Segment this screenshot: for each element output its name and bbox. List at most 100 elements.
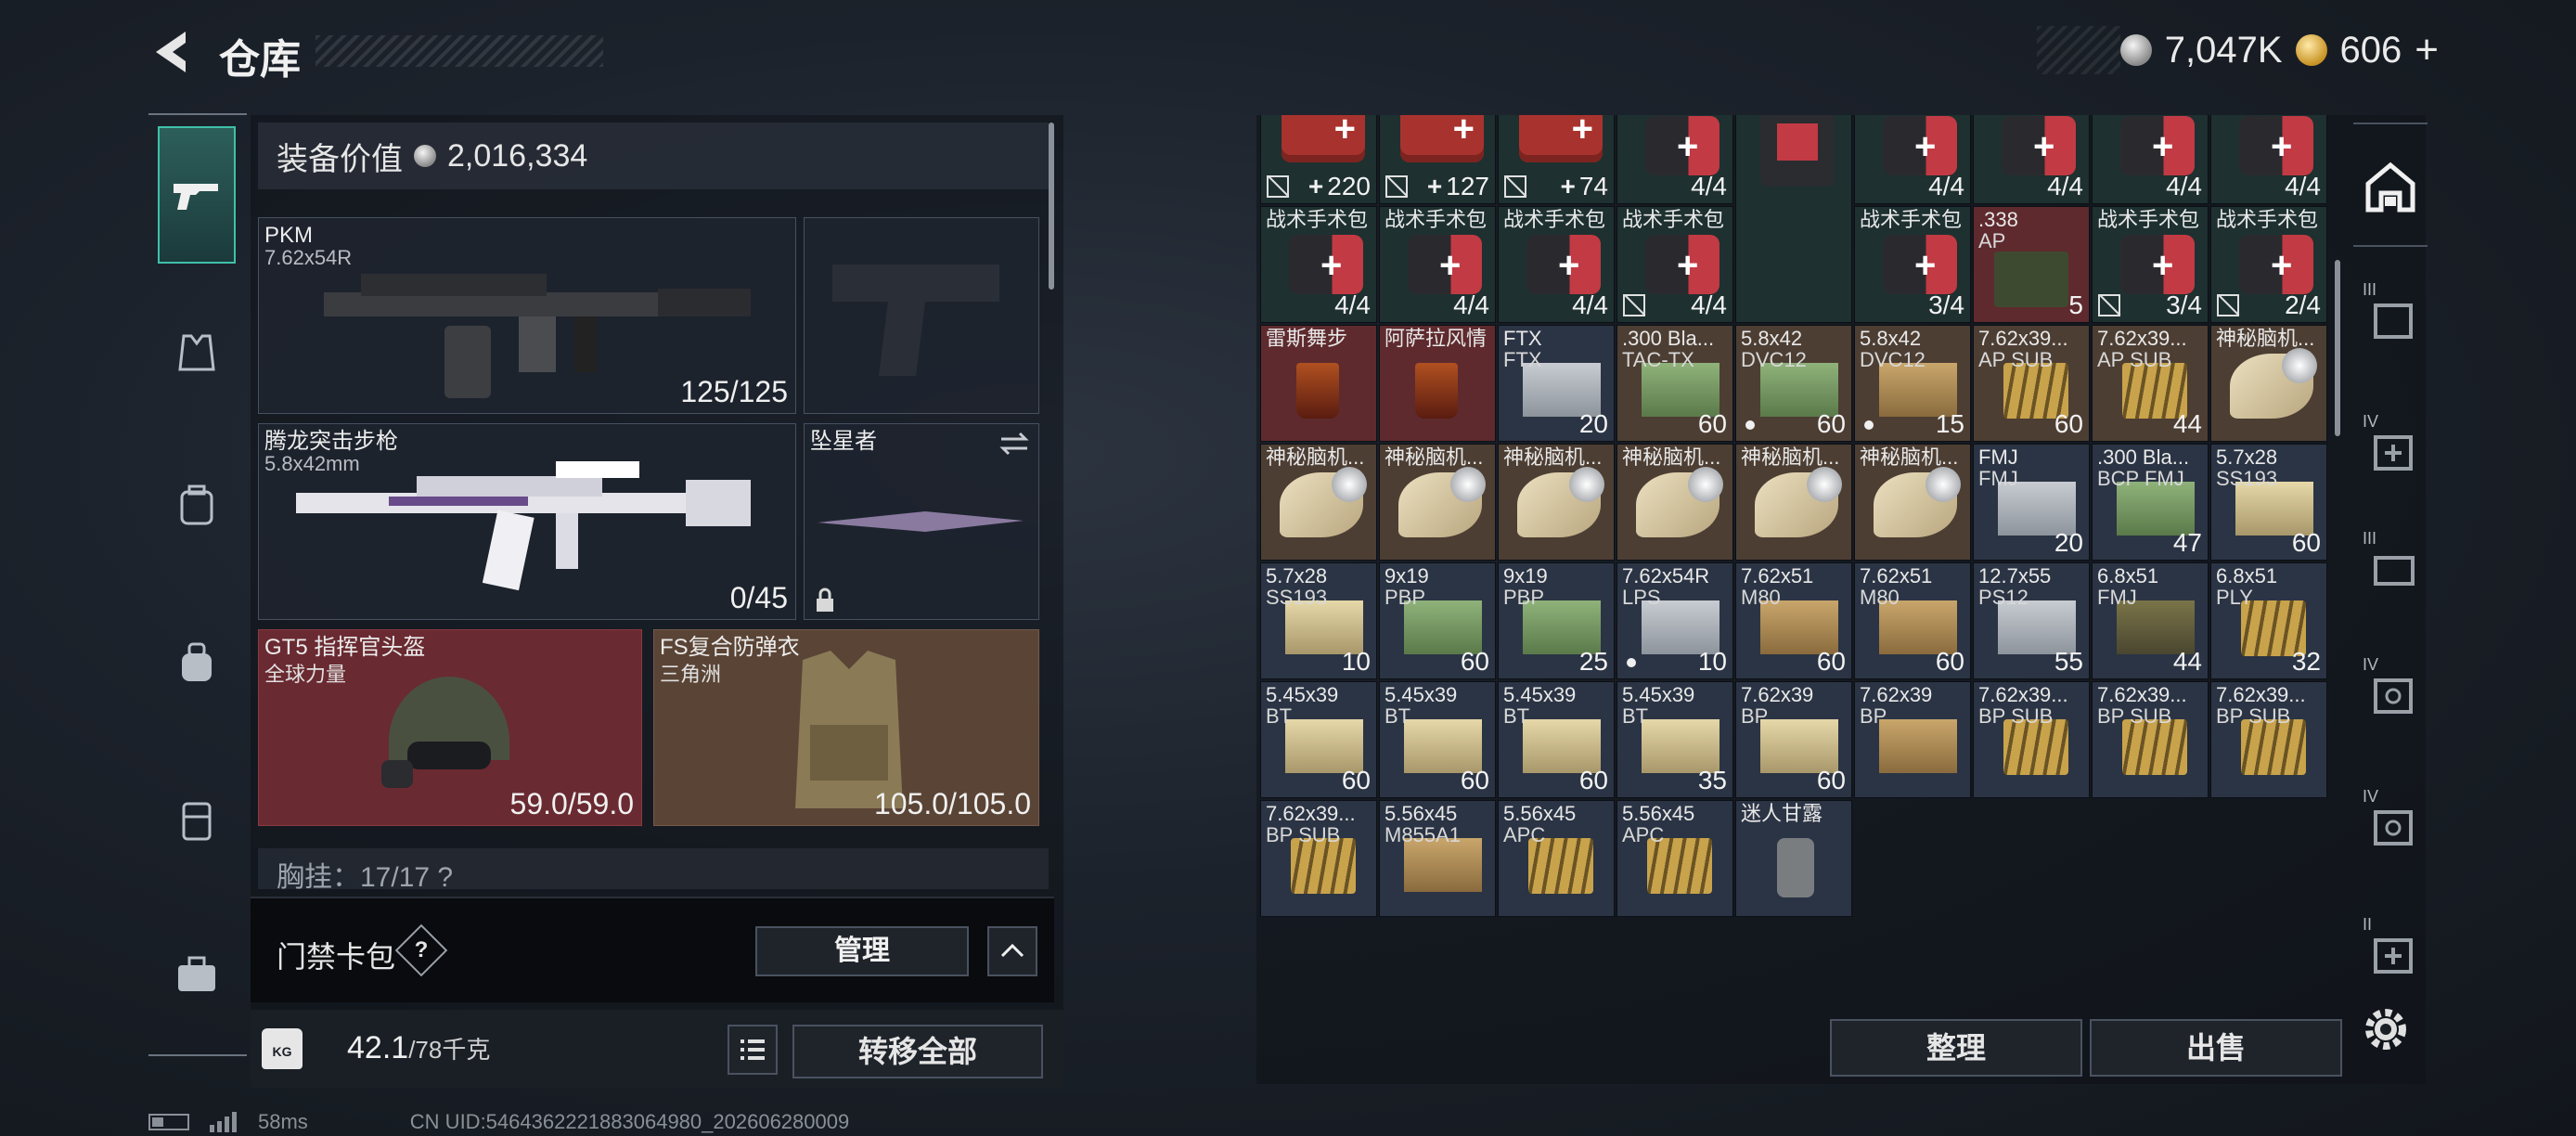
list-view-button[interactable] [728,1025,778,1075]
storage-item[interactable]: 6.8x51 PLY 32 [2210,562,2327,679]
storage-item[interactable]: 5.7x28 SS193 60 [2210,444,2327,561]
storage-scrollbar[interactable] [2335,260,2340,436]
armor-name: FS复合防弹衣 [660,635,800,660]
storage-item[interactable]: .300 Bla... TAC-TX 60 [1616,325,1733,442]
storage-item[interactable]: 7.62x51 M80 60 [1735,562,1852,679]
storage-item[interactable]: 神秘脑机... [2210,325,2327,442]
sidearm-slot[interactable] [804,217,1039,414]
secondary-weapon-slot[interactable]: 腾龙突击步枪 5.8x42mm 0/45 [258,423,796,620]
storage-item[interactable]: 5.8x42 DVC12 15 [1854,325,1971,442]
gold-topup-button[interactable]: + [2415,27,2439,73]
storage-item[interactable]: 战术手术包4/4 [1498,206,1615,323]
storage-item[interactable]: 5.45x39 BT 60 [1260,681,1377,798]
storage-item[interactable]: 战术手术包4/4 [1616,206,1733,323]
storage-item[interactable]: 7.62x51 M80 60 [1854,562,1971,679]
collapse-button[interactable] [987,926,1037,976]
primary-weapon-slot[interactable]: PKM 7.62x54R 125/125 [258,217,796,414]
nav-tab-case[interactable] [158,936,236,1013]
storage-item[interactable]: 战术手术包4/4 [2210,115,2327,204]
nav-tab-armor[interactable] [158,314,236,392]
storage-item[interactable]: 战术手术包4/4 [1854,115,1971,204]
transfer-all-button[interactable]: 转移全部 [792,1025,1043,1078]
storage-item[interactable]: 雷斯舞步 [1260,325,1377,442]
storage-item[interactable]: 5.45x39 BT 60 [1379,681,1496,798]
storage-item[interactable]: FTX FTX 20 [1498,325,1615,442]
storage-item[interactable]: 7.62x39... AP SUB 60 [1973,325,2090,442]
storage-item[interactable]: 9x19 PBP 25 [1498,562,1615,679]
help-icon[interactable]: ? [394,923,448,977]
item-quantity-value: 60 [1341,766,1371,794]
rail-filter-4[interactable]: IV [2363,655,2418,714]
storage-item[interactable]: 野战急救包+220 [1260,115,1377,204]
item-quantity: 60 [1342,766,1371,795]
storage-item[interactable]: 7.62x39 BP [1854,681,1971,798]
storage-item[interactable]: 神秘脑机... [1498,444,1615,561]
sell-button[interactable]: 出售 [2090,1019,2342,1077]
storage-item[interactable]: 5.56x45 APC [1498,800,1615,917]
rail-filter-6[interactable]: II [2363,915,2418,974]
storage-item[interactable]: 战术手术包 3/4 [2092,206,2209,323]
swap-icon[interactable] [998,430,1031,458]
rail-filter-2[interactable]: IV [2363,412,2418,471]
storage-item[interactable]: 战术手术包 [1735,115,1852,323]
storage-item[interactable]: 战术手术包 3/4 [1854,206,1971,323]
storage-item[interactable]: 战术手术包4/4 [1379,206,1496,323]
storage-item[interactable]: 5.8x42 DVC12 60 [1735,325,1852,442]
helmet-slot[interactable]: GT5 指挥官头盔 全球力量 59.0/59.0 [258,629,642,826]
storage-item[interactable]: 7.62x39 BP 60 [1735,681,1852,798]
storage-item[interactable]: 阿萨拉风情 [1379,325,1496,442]
nav-tab-rig[interactable] [158,781,236,859]
storage-item[interactable]: 5.45x39 BT 60 [1498,681,1615,798]
nav-tab-weapons[interactable] [158,126,236,264]
nav-tab-bag[interactable] [158,624,236,702]
storage-item[interactable]: 神秘脑机... [1260,444,1377,561]
storage-item[interactable]: 5.7x28 SS193 10 [1260,562,1377,679]
tier-label: III [2363,529,2377,548]
storage-item[interactable]: 6.8x51 FMJ 44 [2092,562,2209,679]
item-subname: M80 [1741,586,1781,609]
storage-item[interactable]: .338 AP 5 [1973,206,2090,323]
storage-item[interactable]: 7.62x39... BP SUB [2210,681,2327,798]
back-button[interactable] [148,26,195,78]
storage-item[interactable]: 5.45x39 BT 35 [1616,681,1733,798]
storage-item[interactable]: 野战急救包+74 [1498,115,1615,204]
body-armor-slot[interactable]: FS复合防弹衣 三角洲 105.0/105.0 [653,629,1039,826]
storage-item[interactable]: 战术手术包4/4 [2092,115,2209,204]
storage-item[interactable]: 神秘脑机... [1379,444,1496,561]
settings-button[interactable] [2357,1000,2415,1058]
storage-item[interactable]: 战术手术包4/4 [1973,115,2090,204]
item-subname: BT [1503,704,1530,728]
item-name: 神秘脑机... [2216,327,2315,350]
storage-item[interactable]: 7.62x39... BP SUB [1973,681,2090,798]
storage-item[interactable]: 迷人甘露 [1735,800,1852,917]
storage-item[interactable]: 5.56x45 M855A1 [1379,800,1496,917]
storage-item[interactable]: 7.62x54R LPS 10 [1616,562,1733,679]
storage-item[interactable]: 战术手术包 2/4 [2210,206,2327,323]
melee-slot[interactable]: 坠星者 [804,423,1039,620]
rail-filter-5[interactable]: IV [2363,787,2418,846]
storage-item[interactable]: 战术手术包4/4 [1260,206,1377,323]
sort-button[interactable]: 整理 [1830,1019,2082,1077]
nav-tab-backpack[interactable] [158,466,236,544]
storage-item[interactable]: 神秘脑机... [1735,444,1852,561]
storage-item[interactable]: 神秘脑机... [1616,444,1733,561]
item-image [1400,115,1484,162]
storage-item[interactable]: 7.62x39... BP SUB [1260,800,1377,917]
rail-warehouse[interactable] [2363,160,2418,215]
rail-filter-1[interactable]: III [2363,280,2418,339]
storage-item[interactable]: 7.62x39... AP SUB 44 [2092,325,2209,442]
item-quantity-value: 60 [1816,647,1846,676]
manage-button[interactable]: 管理 [755,926,969,976]
chest-rig-row[interactable]: 胸挂：17/17 ? [258,848,1049,889]
storage-item[interactable]: 野战急救包+127 [1379,115,1496,204]
storage-item[interactable]: 7.62x39... BP SUB [2092,681,2209,798]
storage-item[interactable]: .300 Bla... BCP FMJ 47 [2092,444,2209,561]
storage-item[interactable]: 12.7x55 PS12 55 [1973,562,2090,679]
storage-item[interactable]: 战术手术包4/4 [1616,115,1733,204]
rail-filter-3[interactable]: III [2363,529,2418,586]
storage-item[interactable]: FMJ FMJ 20 [1973,444,2090,561]
storage-item[interactable]: 神秘脑机... [1854,444,1971,561]
storage-item[interactable]: 5.56x45 APC [1616,800,1733,917]
equipment-scrollbar[interactable] [1049,123,1054,290]
storage-item[interactable]: 9x19 PBP 60 [1379,562,1496,679]
